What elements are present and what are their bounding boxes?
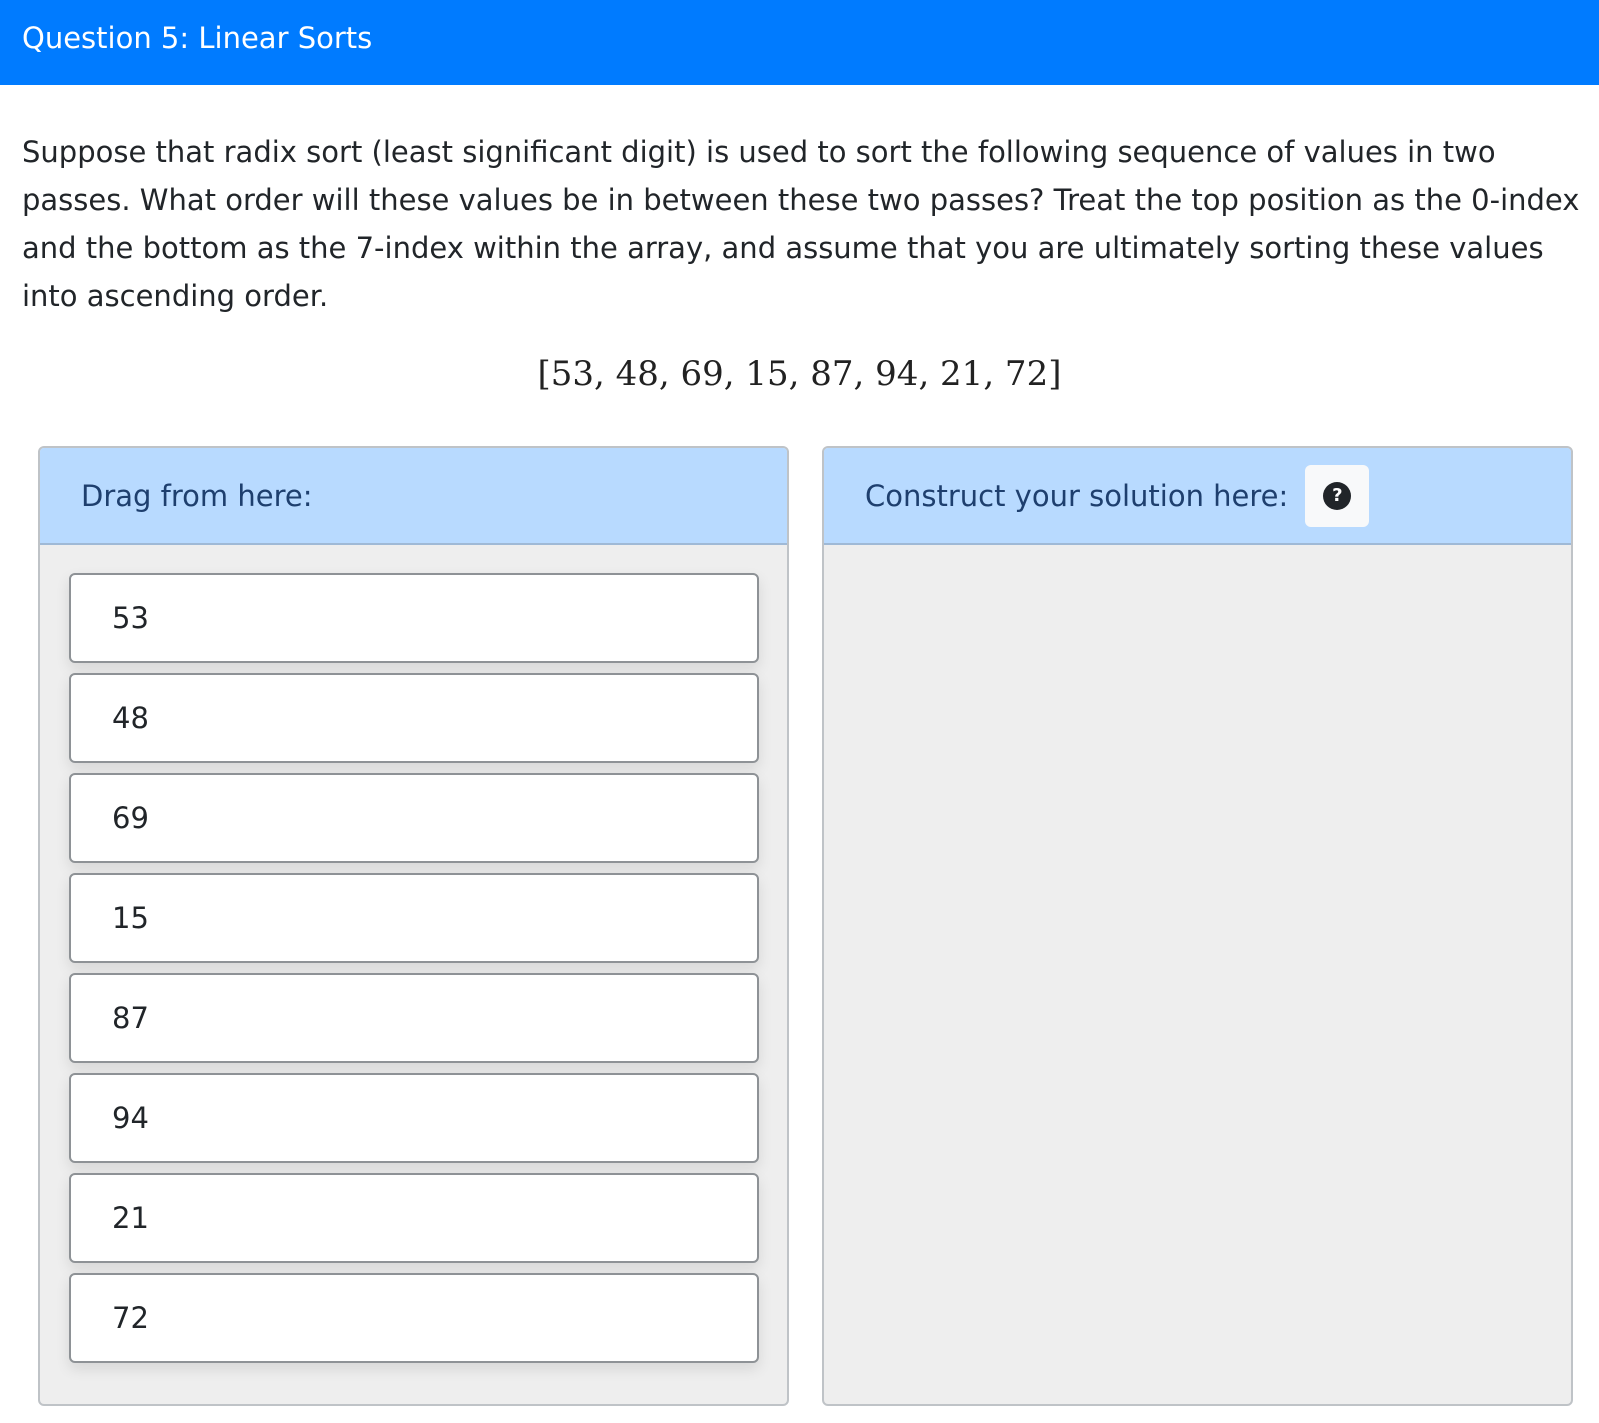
- solution-panel: Construct your solution here: ?: [822, 446, 1573, 1406]
- tile-value: 53: [112, 601, 149, 635]
- drag-source-header: Drag from here:: [40, 448, 787, 545]
- drag-source-panel: Drag from here: 53 48 69 15 87 94 21 72: [38, 446, 789, 1406]
- solution-label: Construct your solution here:: [865, 478, 1289, 513]
- draggable-tile[interactable]: 48: [69, 673, 759, 763]
- drag-source-list: 53 48 69 15 87 94 21 72: [40, 545, 787, 1363]
- solution-header: Construct your solution here: ?: [824, 448, 1571, 545]
- question-title: Question 5: Linear Sorts: [22, 21, 373, 55]
- drag-source-label: Drag from here:: [81, 478, 313, 513]
- tile-value: 72: [112, 1301, 149, 1335]
- value-array: [53, 48, 69, 15, 87, 94, 21, 72]: [537, 354, 1062, 394]
- draggable-tile[interactable]: 15: [69, 873, 759, 963]
- draggable-tile[interactable]: 87: [69, 973, 759, 1063]
- question-prompt: Suppose that radix sort (least significa…: [22, 135, 1580, 313]
- tile-value: 48: [112, 701, 149, 735]
- tile-value: 94: [112, 1101, 149, 1135]
- question-header: Question 5: Linear Sorts: [0, 0, 1599, 85]
- tile-value: 15: [112, 901, 149, 935]
- draggable-tile[interactable]: 53: [69, 573, 759, 663]
- tile-value: 87: [112, 1001, 149, 1035]
- tile-value: 69: [112, 801, 149, 835]
- question-circle-icon: ?: [1323, 481, 1352, 510]
- draggable-tile[interactable]: 72: [69, 1273, 759, 1363]
- tile-value: 21: [112, 1201, 149, 1235]
- draggable-tile[interactable]: 69: [69, 773, 759, 863]
- draggable-tile[interactable]: 21: [69, 1173, 759, 1263]
- help-button[interactable]: ?: [1305, 464, 1370, 527]
- solution-drop-zone[interactable]: [824, 545, 1571, 1404]
- draggable-tile[interactable]: 94: [69, 1073, 759, 1163]
